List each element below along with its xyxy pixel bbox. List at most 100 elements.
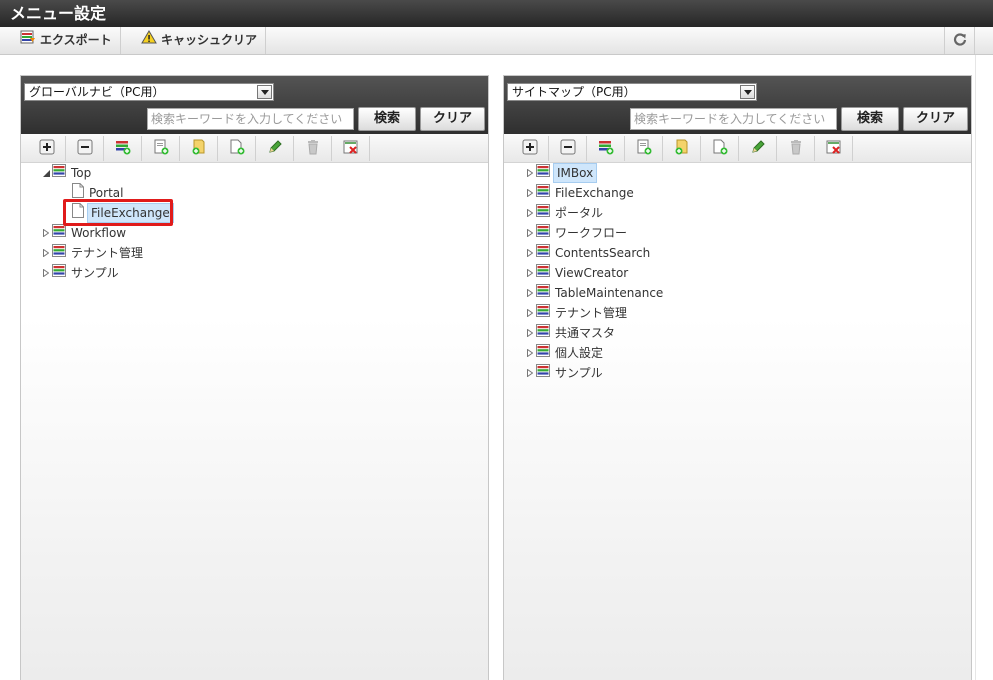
export-button[interactable]: エクスポート [12,27,121,54]
tree-node-viewcreator[interactable]: ViewCreator [525,263,630,283]
export-label: エクスポート [40,33,112,47]
remove-icon [826,139,842,158]
left-clear-button[interactable]: クリア [420,107,485,131]
right-menu-select-value: サイトマップ（PC用） [512,85,636,99]
expand-all-button[interactable] [511,136,549,161]
add-page-icon [636,139,652,158]
right-tree-toolbar [504,134,971,163]
collapse-all-icon [560,139,576,158]
add-item-button[interactable] [218,136,256,161]
menu-group-icon [536,324,550,342]
tree-node-contentssearch[interactable]: ContentsSearch [525,243,652,263]
menu-group-icon [536,164,550,182]
add-item-icon [712,139,728,158]
tree-node-label: ポータル [555,206,604,220]
expand-all-button[interactable] [28,136,66,161]
left-search-input[interactable] [147,108,354,130]
tree-node-common-master[interactable]: 共通マスタ [525,323,617,343]
top-toolbar: エクスポート キャッシュクリア [0,27,993,55]
warning-icon [141,27,157,54]
cache-clear-button[interactable]: キャッシュクリア [133,27,267,54]
collapsed-triangle-icon[interactable] [525,188,535,198]
add-item-icon [229,139,245,158]
remove-button[interactable] [332,136,370,161]
tree-node-tenant[interactable]: テナント管理 [525,303,629,323]
edit-button[interactable] [256,136,294,161]
add-folder-button[interactable] [180,136,218,161]
right-search-button[interactable]: 検索 [841,107,899,131]
collapsed-triangle-icon[interactable] [525,168,535,178]
tree-node-label: 個人設定 [555,346,604,360]
collapse-all-icon [77,139,93,158]
add-menu-group-button[interactable] [587,136,625,161]
tree-node-label: Workflow [71,226,127,240]
left-search-button[interactable]: 検索 [358,107,416,131]
menu-group-icon [52,244,66,262]
delete-button[interactable] [777,136,815,161]
collapsed-triangle-icon[interactable] [525,228,535,238]
collapsed-triangle-icon[interactable] [525,348,535,358]
collapse-all-button[interactable] [66,136,104,161]
expanded-triangle-icon[interactable] [41,168,51,178]
refresh-button[interactable] [944,27,975,54]
tree-node-imbox[interactable]: IMBox [525,163,598,183]
add-page-button[interactable] [142,136,180,161]
remove-button[interactable] [815,136,853,161]
tree-node-portal[interactable]: ポータル [525,203,605,223]
tree-node-workflow[interactable]: Workflow [41,223,128,243]
tree-node-tenant[interactable]: テナント管理 [41,243,145,263]
tree-node-label: FileExchange [555,186,634,200]
collapsed-triangle-icon[interactable] [41,248,51,258]
menu-group-icon [536,224,550,242]
left-tree-toolbar [21,134,488,163]
menu-group-icon [536,204,550,222]
delete-button[interactable] [294,136,332,161]
tree-node-workflow[interactable]: ワークフロー [525,223,629,243]
menu-group-icon [536,264,550,282]
tree-node-fileexchange[interactable]: FileExchange [525,183,636,203]
delete-trash-icon [788,139,804,158]
collapsed-triangle-icon[interactable] [41,228,51,238]
tree-node-sample[interactable]: サンプル [525,363,605,383]
collapsed-triangle-icon[interactable] [525,248,535,258]
tree-node-sample[interactable]: サンプル [41,263,121,283]
tree-node-label: テナント管理 [555,306,628,320]
tree-node-personal-settings[interactable]: 個人設定 [525,343,605,363]
right-clear-button[interactable]: クリア [903,107,968,131]
tree-node-label-selected: IMBox [553,163,598,183]
right-search-input[interactable] [630,108,837,130]
collapsed-triangle-icon[interactable] [525,288,535,298]
right-menu-select[interactable]: サイトマップ（PC用） [507,83,757,101]
tree-node-top[interactable]: Top [41,163,93,183]
chevron-down-icon [740,85,755,99]
add-menu-group-button[interactable] [104,136,142,161]
collapse-all-button[interactable] [549,136,587,161]
menu-group-icon [536,244,550,262]
left-menu-select[interactable]: グローバルナビ（PC用） [24,83,274,101]
menu-group-icon [536,344,550,362]
expand-all-icon [522,139,538,158]
add-folder-button[interactable] [663,136,701,161]
collapsed-triangle-icon[interactable] [525,208,535,218]
menu-group-icon [52,164,66,182]
edit-button[interactable] [739,136,777,161]
collapsed-triangle-icon[interactable] [525,368,535,378]
expand-all-icon [39,139,55,158]
page-scrollbar[interactable] [975,55,993,680]
collapsed-triangle-icon[interactable] [41,268,51,278]
tree-node-label: サンプル [71,266,119,280]
tree-node-tablemaintenance[interactable]: TableMaintenance [525,283,665,303]
left-menu-select-value: グローバルナビ（PC用） [29,85,165,99]
collapsed-triangle-icon[interactable] [525,308,535,318]
add-page-button[interactable] [625,136,663,161]
refresh-icon [953,32,967,49]
add-menu-group-icon [115,139,131,158]
collapsed-triangle-icon[interactable] [525,328,535,338]
collapsed-triangle-icon[interactable] [525,268,535,278]
add-menu-group-icon [598,139,614,158]
add-item-button[interactable] [701,136,739,161]
menu-group-icon [536,304,550,322]
menu-group-icon [536,184,550,202]
add-folder-icon [191,139,207,158]
tree-node-label: ContentsSearch [555,246,651,260]
